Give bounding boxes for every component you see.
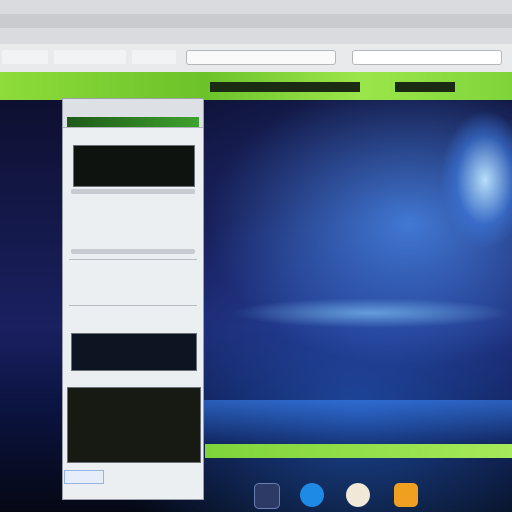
panel-footer-link[interactable]	[64, 470, 104, 484]
panel-card-1[interactable]	[73, 145, 195, 187]
window-icon[interactable]	[254, 483, 280, 509]
panel-scrollbar-2[interactable]	[71, 249, 195, 254]
panel-green-bar[interactable]	[67, 117, 199, 127]
banner-dark-segment-2	[395, 82, 455, 92]
artwork-horizon-glow	[230, 298, 512, 328]
panel-divider-2	[69, 305, 197, 306]
artwork-sea	[200, 400, 512, 445]
bookmarks-banner	[0, 72, 512, 100]
artwork-glow	[440, 110, 512, 250]
title-bar	[0, 14, 512, 28]
panel-card-2[interactable]	[71, 333, 197, 371]
tab-3[interactable]	[132, 50, 176, 64]
browser-icon[interactable]	[300, 483, 324, 507]
tab-1[interactable]	[2, 50, 48, 64]
banner-dark-segment	[210, 82, 360, 92]
app-icon[interactable]	[394, 483, 418, 507]
panel-divider	[69, 259, 197, 260]
panel-card-3[interactable]	[67, 387, 201, 463]
bottom-status-strip	[205, 444, 512, 458]
mail-icon[interactable]	[346, 483, 370, 507]
panel-scrollbar-1[interactable]	[71, 189, 195, 194]
browser-window-chrome	[0, 0, 512, 100]
tab-2[interactable]	[54, 50, 126, 64]
address-bar[interactable]	[186, 50, 336, 65]
side-panel	[62, 98, 204, 500]
search-input[interactable]	[352, 50, 502, 65]
